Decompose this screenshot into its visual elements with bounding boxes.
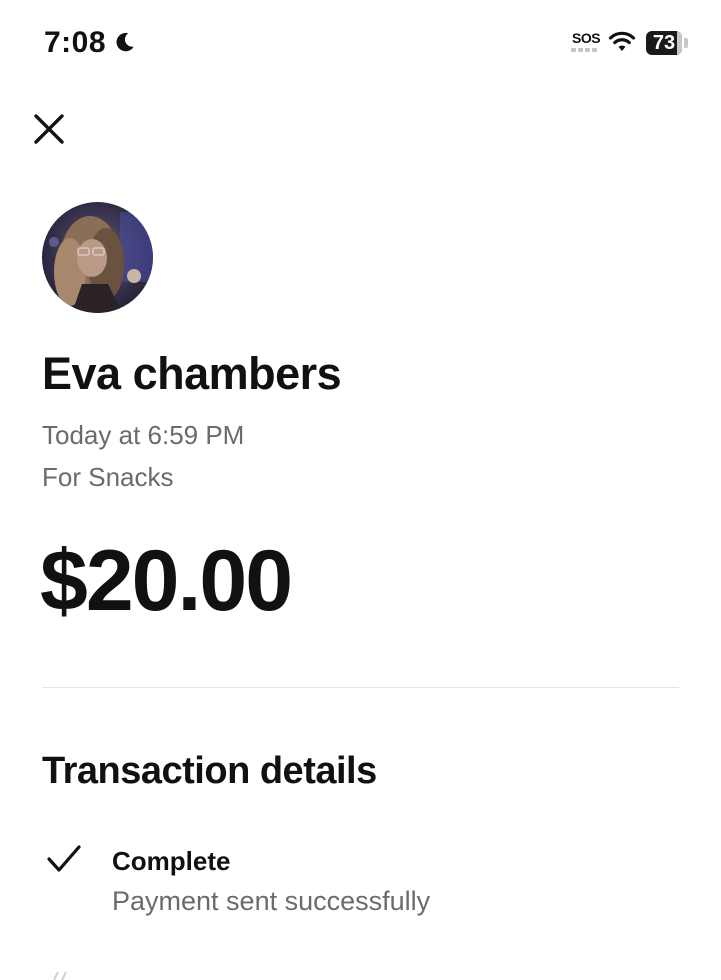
recipient-name: Eva chambers — [42, 348, 342, 399]
payment-amount: $20.00 — [40, 533, 293, 629]
sos-label: SOS — [572, 30, 601, 46]
checkmark-icon — [47, 845, 81, 872]
status-time: 7:08 — [44, 26, 107, 59]
signal-dots-icon — [571, 48, 599, 52]
battery-percent: 73 — [652, 32, 676, 54]
status-title: Complete — [112, 846, 231, 876]
divider — [42, 687, 679, 688]
section-title-transaction-details: Transaction details — [42, 750, 377, 792]
wifi-icon — [608, 31, 636, 51]
moon-icon — [116, 32, 134, 52]
status-bar: 7:08 SOS 73 — [0, 0, 721, 90]
battery-tip — [684, 38, 688, 48]
avatar[interactable] — [42, 202, 153, 313]
status-subtitle: Payment sent successfully — [112, 886, 431, 916]
battery-empty-portion — [676, 31, 682, 55]
battery-indicator: 73 — [646, 31, 682, 55]
avatar-image — [42, 202, 153, 313]
close-icon[interactable] — [28, 108, 70, 150]
payment-note: For Snacks — [42, 462, 174, 492]
partial-list-item-icon — [53, 971, 67, 980]
payment-timestamp: Today at 6:59 PM — [42, 420, 245, 450]
